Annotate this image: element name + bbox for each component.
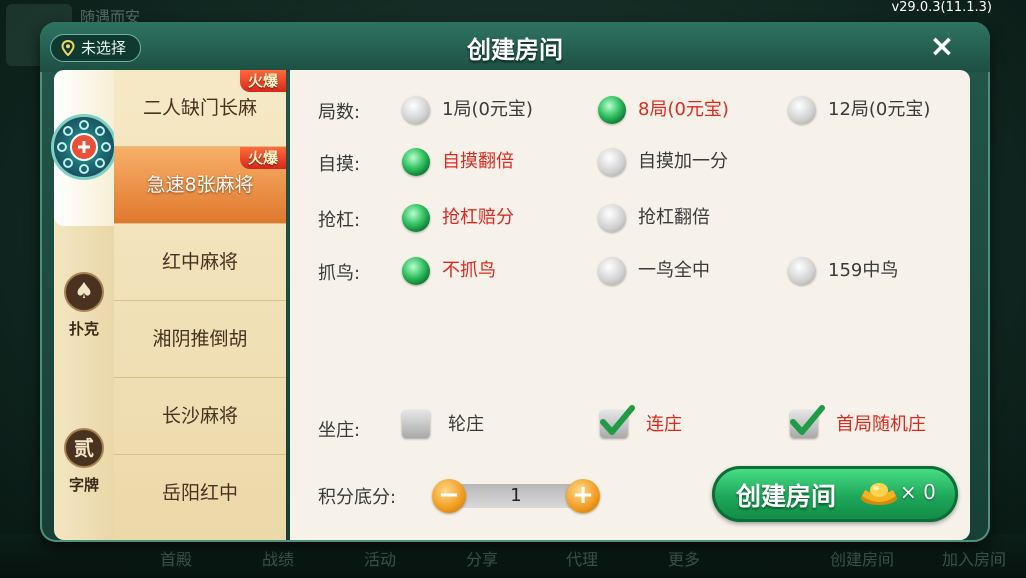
game-item-hongzhong[interactable]: 红中麻将 (114, 224, 286, 301)
location-button[interactable]: 未选择 (50, 34, 142, 62)
game-item-changsha[interactable]: 长沙麻将 (114, 378, 286, 455)
radio-icon (402, 96, 430, 124)
dialog-title-bar: 创建房间 (40, 22, 990, 72)
game-item-xiangyin[interactable]: 湘阴推倒胡 (114, 301, 286, 378)
game-label: 长沙麻将 (161, 405, 238, 427)
zipai-tile-icon: 贰 (64, 428, 104, 468)
zuozhuang-label: 坐庄: (318, 420, 361, 441)
rounds-option-12[interactable]: 12局(0元宝) (788, 95, 930, 125)
radio-selected-icon (598, 96, 626, 124)
minus-button[interactable]: − (432, 479, 466, 513)
game-label: 二人缺门长麻 (142, 97, 257, 119)
radio-icon (598, 148, 626, 176)
game-item-erren[interactable]: 二人缺门长麻 火爆 (114, 70, 286, 147)
create-room-label: 创建房间 (736, 482, 837, 511)
rounds-label: 局数: (318, 102, 361, 123)
category-zipai[interactable]: 贰 字牌 (54, 428, 114, 508)
radio-icon (598, 204, 626, 232)
zhuaniao-option-all[interactable]: 一鸟全中 (598, 256, 710, 286)
background-bottom-item: 分享 (466, 550, 499, 569)
zuozhuang-option-consecutive[interactable]: 连庄 (600, 405, 682, 440)
zuozhuang-option-random-first[interactable]: 首局随机庄 (790, 405, 926, 440)
background-bottom-item: 活动 (364, 550, 397, 569)
qianggang-option-pay[interactable]: 抢杠赔分 (402, 203, 514, 233)
zhuaniao-label: 抓鸟: (318, 263, 361, 284)
background-bottom-item: 首殿 (160, 550, 193, 569)
radio-icon (788, 96, 816, 124)
background-bottom-item: 战绩 (262, 550, 295, 569)
rounds-option-1[interactable]: 1局(0元宝) (402, 95, 533, 125)
zimo-option-plus-one[interactable]: 自摸加一分 (598, 147, 728, 177)
radio-selected-icon (402, 257, 430, 285)
hot-badge: 火爆 (239, 70, 286, 92)
zimo-option-double[interactable]: 自摸翻倍 (402, 147, 514, 177)
checkbox-icon (402, 410, 430, 438)
qianggang-option-double[interactable]: 抢杠翻倍 (598, 203, 710, 233)
plus-button[interactable]: + (566, 479, 600, 513)
zimo-label: 自摸: (318, 154, 361, 175)
game-label: 岳阳红中 (161, 482, 238, 504)
dialog-title: 创建房间 (467, 36, 563, 64)
gold-ingot-icon (861, 483, 897, 505)
rounds-option-8[interactable]: 8局(0元宝) (598, 95, 729, 125)
mahjong-medal-icon (51, 114, 117, 180)
spade-icon: ♠ (64, 272, 104, 312)
background-bottom-item: 加入房间 (942, 550, 1007, 569)
game-item-yueyang[interactable]: 岳阳红中 (114, 455, 286, 532)
category-zipai-label: 字牌 (68, 476, 99, 494)
radio-icon (598, 257, 626, 285)
zhuaniao-option-159[interactable]: 159中鸟 (788, 256, 898, 286)
background-bottom-item: 创建房间 (830, 550, 895, 569)
background-bottom-item: 代理 (566, 550, 599, 569)
close-icon[interactable]: × (928, 32, 956, 62)
checkbox-checked-icon (790, 405, 825, 438)
zhuaniao-option-none[interactable]: 不抓鸟 (402, 256, 496, 286)
location-pin-icon (61, 40, 75, 56)
game-label: 急速8张麻将 (146, 174, 254, 196)
hot-badge: 火爆 (239, 147, 286, 169)
game-label: 红中麻将 (161, 251, 238, 273)
game-label: 湘阴推倒胡 (152, 328, 248, 350)
version-label: v29.0.3(11.1.3) (891, 0, 992, 15)
create-room-button[interactable]: 创建房间 × 0 (712, 466, 958, 522)
create-room-cost: × 0 (900, 480, 936, 504)
radio-selected-icon (402, 148, 430, 176)
category-poker[interactable]: ♠ 扑克 (54, 272, 114, 352)
game-item-jisu[interactable]: 急速8张麻将 火爆 (114, 147, 286, 224)
background-bottom-item: 更多 (668, 550, 701, 569)
checkbox-checked-icon (600, 405, 635, 438)
base-score-label: 积分底分: (318, 487, 397, 508)
qianggang-label: 抢杠: (318, 210, 361, 231)
base-score-value: 1 (460, 484, 572, 508)
category-poker-label: 扑克 (68, 320, 99, 338)
radio-icon (788, 257, 816, 285)
location-label: 未选择 (81, 39, 127, 57)
radio-selected-icon (402, 204, 430, 232)
category-mahjong[interactable] (51, 70, 117, 226)
zuozhuang-option-rotate[interactable]: 轮庄 (402, 410, 484, 440)
